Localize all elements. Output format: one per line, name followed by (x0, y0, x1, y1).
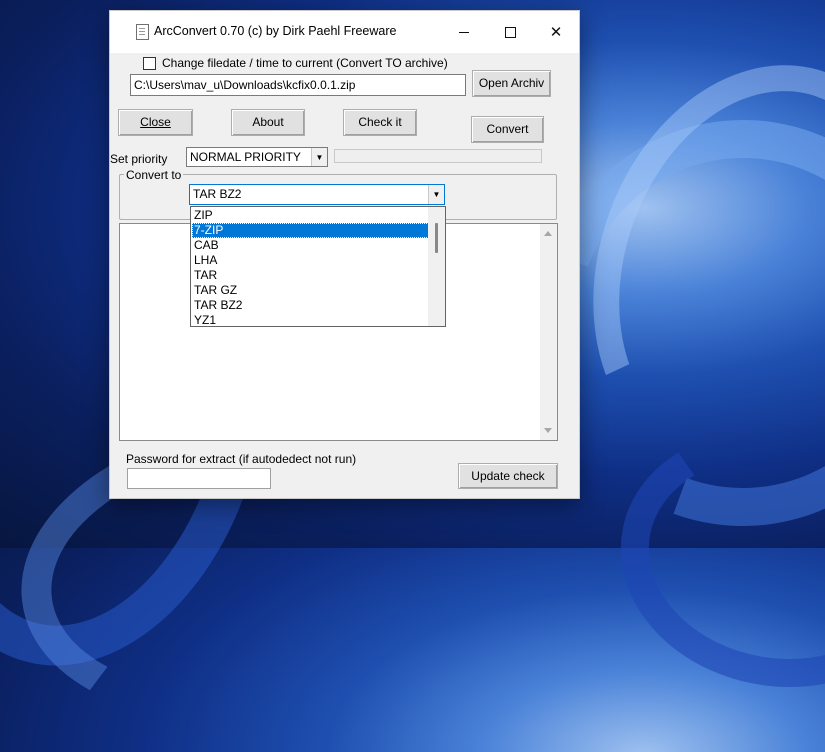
scroll-up-arrow-icon[interactable] (544, 231, 552, 236)
format-select[interactable]: TAR BZ2 ▼ (189, 184, 445, 205)
dropdown-scrollbar[interactable] (428, 207, 445, 326)
format-option-tar-bz2[interactable]: TAR BZ2 (192, 298, 429, 313)
priority-label: Set priority (110, 152, 168, 166)
format-option-zip[interactable]: ZIP (192, 208, 429, 223)
convert-button[interactable]: Convert (471, 116, 544, 143)
title-bar[interactable]: ArcConvert 0.70 (c) by Dirk Paehl Freewa… (110, 11, 579, 53)
change-filedate-label: Change filedate / time to current (Conve… (162, 56, 448, 70)
arcconvert-window: ArcConvert 0.70 (c) by Dirk Paehl Freewa… (109, 10, 580, 499)
password-input[interactable] (127, 468, 271, 489)
update-check-button[interactable]: Update check (458, 463, 558, 489)
format-option-tar-gz[interactable]: TAR GZ (192, 283, 429, 298)
change-filedate-checkbox[interactable] (143, 56, 156, 70)
check-it-button[interactable]: Check it (343, 109, 417, 136)
chevron-down-icon[interactable]: ▼ (311, 148, 327, 166)
priority-value: NORMAL PRIORITY (190, 150, 301, 164)
wallpaper-swirl (600, 404, 825, 712)
log-scrollbar[interactable] (540, 224, 557, 440)
archive-path-input[interactable]: C:\Users\mav_u\Downloads\kcfix0.0.1.zip (130, 74, 466, 96)
wallpaper-swirl (538, 19, 825, 513)
password-label: Password for extract (if autodedect not … (126, 452, 357, 466)
scrollbar-thumb[interactable] (435, 223, 438, 253)
close-icon: ✕ (549, 24, 563, 41)
format-option-tar[interactable]: TAR (192, 268, 429, 283)
priority-select[interactable]: NORMAL PRIORITY ▼ (186, 147, 328, 167)
window-title: ArcConvert 0.70 (c) by Dirk Paehl Freewa… (154, 24, 397, 38)
minimize-icon (459, 31, 469, 33)
close-button[interactable]: Close (118, 109, 193, 136)
format-option-yz1[interactable]: YZ1 (192, 313, 429, 326)
scroll-down-arrow-icon[interactable] (544, 428, 552, 433)
format-dropdown-list[interactable]: ZIP 7-ZIP CAB LHA TAR TAR GZ TAR BZ2 YZ1 (190, 206, 446, 327)
minimize-button[interactable] (441, 11, 487, 53)
about-button[interactable]: About (231, 109, 305, 136)
format-option-7zip[interactable]: 7-ZIP (192, 223, 429, 238)
format-option-lha[interactable]: LHA (192, 253, 429, 268)
progress-bar (334, 149, 542, 163)
chevron-down-icon[interactable]: ▼ (428, 185, 444, 204)
maximize-icon (504, 26, 516, 38)
convert-to-label: Convert to (124, 168, 184, 182)
format-value: TAR BZ2 (193, 187, 242, 201)
close-window-button[interactable]: ✕ (533, 11, 579, 53)
format-option-cab[interactable]: CAB (192, 238, 429, 253)
document-icon (136, 24, 149, 40)
change-filedate-option[interactable]: Change filedate / time to current (Conve… (143, 56, 448, 70)
maximize-button[interactable] (487, 11, 533, 53)
open-archive-button[interactable]: Open Archiv (472, 70, 551, 97)
